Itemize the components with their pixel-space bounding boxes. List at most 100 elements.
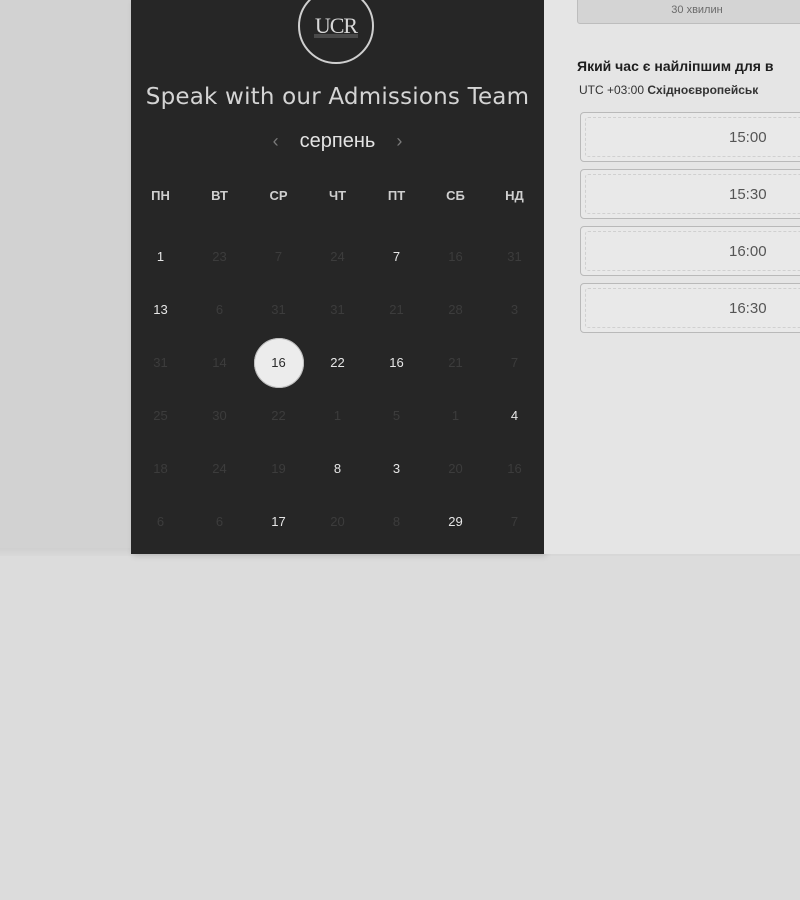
weekday-label: СБ [446,188,465,203]
calendar-day: 1 [308,389,367,442]
day-number: 7 [510,514,519,529]
day-number: 13 [153,302,168,317]
calendar-day: 30 [190,389,249,442]
duration-selector[interactable]: 30 хвилин [577,0,800,24]
calendar-panel: UCR Speak with our Admissions Team ‹ сер… [131,0,544,554]
calendar-day: 25 [131,389,190,442]
time-slot-button[interactable]: 15:30 [580,169,800,219]
day-number: 31 [271,302,286,317]
calendar-day: 20 [308,495,367,548]
day-number: 21 [448,355,463,370]
day-number: 18 [153,461,168,476]
day-number: 7 [392,249,401,264]
selected-day[interactable]: 16 [249,336,308,389]
day-number: 6 [215,302,224,317]
day-number: 16 [389,355,404,370]
timezone-selector[interactable]: UTC +03:00 Східноєвропейськ [579,83,758,97]
time-slot-button[interactable]: 15:00 [580,112,800,162]
calendar-day: 3 [485,283,544,336]
calendar-day[interactable]: 22 [308,336,367,389]
month-label: серпень [299,130,376,152]
time-slot-list: 15:00 15:30 16:00 16:30 [580,112,800,340]
day-number: 3 [392,461,401,476]
weekday-label: СР [269,188,288,203]
calendar-day: 31 [485,230,544,283]
calendar-day: 18 [131,442,190,495]
calendar-day[interactable]: 1 [131,230,190,283]
day-number: 1 [156,249,165,264]
day-number: 7 [510,355,519,370]
time-slot-label: 15:00 [729,128,767,146]
calendar-day[interactable]: 29 [426,495,485,548]
time-question: Який час є найліпшим для в [577,58,774,74]
day-number: 31 [330,302,345,317]
weekday-label: ПН [151,188,170,203]
weekday-label: ПТ [387,188,406,203]
calendar-day: 8 [367,495,426,548]
day-number: 24 [212,461,227,476]
weekday-label: ВТ [211,188,228,203]
day-number: 1 [333,408,342,423]
calendar-day: 7 [485,336,544,389]
calendar-day: 1 [426,389,485,442]
day-number: 8 [392,514,401,529]
day-number: 16 [448,249,463,264]
timezone-name: Східноєвропейськ [647,83,759,97]
time-slot-label: 15:30 [729,185,767,203]
ucr-logo: UCR [298,0,374,64]
weekday-header: ПН ВТ СР ЧТ ПТ СБ НД [131,188,544,203]
timezone-offset: UTC +03:00 [579,83,645,97]
calendar-day[interactable]: 3 [367,442,426,495]
calendar-day[interactable]: 13 [131,283,190,336]
calendar-day: 21 [367,283,426,336]
calendar-day: 6 [131,495,190,548]
calendar-day[interactable]: 8 [308,442,367,495]
calendar-day[interactable]: 7 [367,230,426,283]
calendar-day: 7 [485,495,544,548]
day-number: 7 [274,249,283,264]
calendar-day: 7 [249,230,308,283]
month-navigation: ‹ серпень › [131,130,544,153]
day-number: 29 [448,514,463,529]
time-slot-label: 16:00 [729,242,767,260]
time-slot-button[interactable]: 16:00 [580,226,800,276]
chevron-left-icon[interactable]: ‹ [266,131,286,152]
weekday-label: ЧТ [328,188,347,203]
calendar-day: 24 [308,230,367,283]
calendar-day: 31 [131,336,190,389]
calendar-day[interactable]: 16 [367,336,426,389]
day-number: 3 [510,302,519,317]
calendar-day: 6 [190,495,249,548]
calendar-day[interactable]: 4 [485,389,544,442]
calendar-day: 19 [249,442,308,495]
day-number: 24 [330,249,345,264]
calendar-day: 31 [249,283,308,336]
day-number: 16 [507,461,522,476]
chevron-right-icon[interactable]: › [389,131,409,152]
calendar-day: 6 [190,283,249,336]
day-number: 23 [212,249,227,264]
calendar-day: 20 [426,442,485,495]
day-number: 8 [333,461,342,476]
day-grid: 1 23 7 24 7 16 31 13 6 31 31 21 28 3 31 14 16 22 16 21 7 25 30… [131,230,544,548]
day-number: 19 [271,461,286,476]
calendar-day: 24 [190,442,249,495]
calendar-day[interactable]: 17 [249,495,308,548]
calendar-day: 21 [426,336,485,389]
logo-underline [314,34,358,38]
time-slot-button[interactable]: 16:30 [580,283,800,333]
day-number: 5 [392,408,401,423]
day-number: 31 [153,355,168,370]
page-background-left [0,0,131,548]
day-number: 6 [156,514,165,529]
day-number: 28 [448,302,463,317]
day-number: 6 [215,514,224,529]
day-number: 31 [507,249,522,264]
day-number: 20 [330,514,345,529]
day-number: 30 [212,408,227,423]
calendar-day: 31 [308,283,367,336]
calendar-day: 22 [249,389,308,442]
weekday-label: НД [505,188,524,203]
calendar-day: 16 [426,230,485,283]
time-slot-label: 16:30 [729,299,767,317]
